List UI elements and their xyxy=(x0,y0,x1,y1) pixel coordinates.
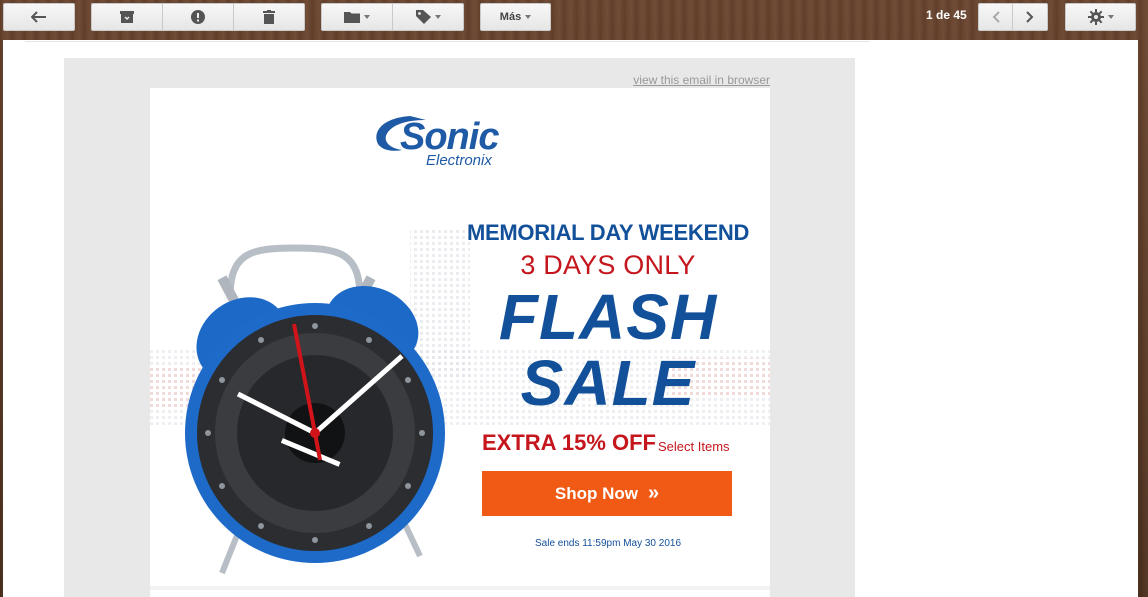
report-spam-button[interactable] xyxy=(163,3,234,31)
email-body: Sonic Electronix MEMORIAL DAY WEEKEND 3 … xyxy=(150,88,770,597)
sale-text: SALE xyxy=(520,347,696,419)
alarm-clock-speaker-image xyxy=(185,244,445,575)
archive-button[interactable] xyxy=(91,3,163,31)
gmail-toolbar: Más 1 de 45 xyxy=(0,0,1148,40)
label-icon xyxy=(415,10,431,24)
older-button[interactable] xyxy=(1013,3,1048,31)
settings-button[interactable] xyxy=(1065,3,1136,31)
chevron-down-icon xyxy=(1107,15,1114,19)
labels-button[interactable] xyxy=(393,3,464,31)
email-container: view this email in browser Sonic Electro… xyxy=(64,58,855,597)
move-label-group xyxy=(321,3,464,31)
divider xyxy=(25,41,870,42)
sale-end-note: Sale ends 11:59pm May 30 2016 xyxy=(534,538,682,549)
chevron-down-icon xyxy=(364,15,370,19)
logo-subtitle: Electronix xyxy=(426,152,492,169)
extra-discount: EXTRA 15% OFF xyxy=(482,430,656,455)
move-to-button[interactable] xyxy=(321,3,393,31)
gear-icon xyxy=(1087,9,1104,25)
newer-button[interactable] xyxy=(978,3,1013,31)
chevron-left-icon xyxy=(992,11,1000,23)
pager-count: 1 de 45 xyxy=(926,8,967,22)
headline-memorial-day: MEMORIAL DAY WEEKEND xyxy=(466,220,750,245)
action-group xyxy=(91,3,305,31)
headline-3-days: 3 DAYS ONLY xyxy=(520,250,696,280)
more-label: Más xyxy=(499,11,522,23)
message-pane: view this email in browser Sonic Electro… xyxy=(3,40,1138,597)
chevron-down-icon xyxy=(434,15,441,19)
chevron-right-icon xyxy=(1026,11,1034,23)
back-arrow-icon xyxy=(31,11,46,23)
flash-text: FLASH xyxy=(498,281,718,353)
more-button[interactable]: Más xyxy=(480,3,551,31)
pager-nav xyxy=(978,3,1048,31)
back-button[interactable] xyxy=(3,3,75,31)
trash-icon xyxy=(263,10,275,24)
shop-now-button[interactable]: Shop Now » xyxy=(482,471,732,516)
archive-icon xyxy=(120,11,134,23)
shop-now-label: Shop Now xyxy=(554,483,638,503)
spam-icon xyxy=(191,10,205,24)
sonic-electronix-logo[interactable]: Sonic Electronix xyxy=(370,110,530,170)
chevron-down-icon xyxy=(525,15,532,19)
email-footer-strip xyxy=(150,586,770,590)
folder-icon xyxy=(344,12,360,23)
select-items-label: Select Items xyxy=(658,439,730,454)
double-chevron-right-icon: » xyxy=(647,482,660,504)
delete-button[interactable] xyxy=(234,3,305,31)
view-in-browser-link[interactable]: view this email in browser xyxy=(633,73,770,87)
